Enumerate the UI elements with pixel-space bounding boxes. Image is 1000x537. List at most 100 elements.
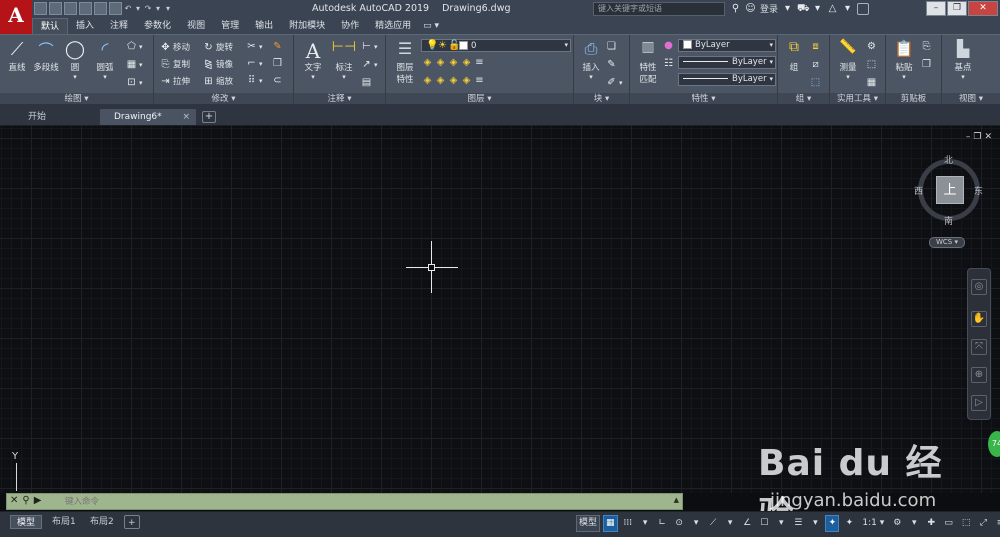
layer-thaw-icon[interactable]: ◈ (435, 75, 446, 86)
redo-dropdown-icon[interactable]: ▾ (154, 2, 162, 16)
command-prompt-icon[interactable]: ▶ (34, 495, 42, 506)
text-tool[interactable]: A 文字 ▾ (298, 39, 328, 81)
group-select-tool[interactable]: ⬚ (810, 77, 821, 88)
layer-match-icon[interactable]: ◈ (422, 57, 433, 68)
edit-block-tool[interactable]: ✎ (606, 59, 617, 70)
array-tool[interactable]: ⠿ ▾ (246, 75, 263, 86)
layer-unisolate-icon[interactable]: ◈ (422, 75, 433, 86)
add-layout-button[interactable]: + (124, 515, 140, 529)
tab-parametric[interactable]: 参数化 (136, 18, 179, 34)
copy-tool[interactable]: ⎘ 复制 (160, 58, 191, 71)
stretch-tool[interactable]: ⇥ 拉伸 (160, 75, 190, 88)
layer-set-current-icon[interactable]: ≡ (474, 57, 485, 68)
lineweight-dropdown[interactable]: ByLayer ▾ (678, 73, 776, 86)
mirror-tool[interactable]: ⧎ 镜像 (203, 58, 233, 71)
calculator-tool[interactable]: ▦ (866, 77, 877, 88)
redo-icon[interactable]: ↷ (144, 2, 152, 16)
layer-lock-tool-icon[interactable]: ◈ (448, 75, 459, 86)
compass-east[interactable]: 东 (974, 184, 983, 197)
tab-start[interactable]: 开始 (6, 109, 100, 125)
table-tool[interactable]: ▤ (361, 77, 372, 88)
arc-tool[interactable]: ◜ 圆弧 ▾ (90, 39, 120, 81)
search-input[interactable]: 键入关键字或短语 (593, 2, 725, 16)
new-file-icon[interactable] (34, 2, 47, 15)
isodraft-icon[interactable]: ∠ (740, 515, 754, 532)
circle-tool[interactable]: ◯ 圆 ▾ (62, 39, 88, 81)
binoculars-icon[interactable]: ⚲ (730, 3, 741, 14)
color-dropdown[interactable]: ByLayer ▾ (678, 39, 776, 52)
insert-block-tool[interactable]: ⎙ 插入 ▾ (577, 39, 605, 81)
pan-hand-icon[interactable]: ✋ (971, 311, 987, 327)
tab-addins[interactable]: 附加模块 (281, 18, 333, 34)
dropdown-icon[interactable]: ▾ (782, 3, 793, 14)
layer-unlock-tool-icon[interactable]: ◈ (461, 75, 472, 86)
object-snap-icon[interactable]: ☐ (757, 515, 771, 532)
layer-copy-icon[interactable]: ≡ (474, 75, 485, 86)
annotation-visibility-icon[interactable]: ✦ (825, 515, 840, 532)
showmotion-icon[interactable]: ▷ (971, 395, 987, 411)
tab-view[interactable]: 视图 (179, 18, 213, 34)
copy-clip-tool[interactable]: ⎘ (921, 41, 932, 52)
quick-select-tool[interactable]: ⚙ (866, 41, 877, 52)
application-menu-button[interactable]: A ▾ (0, 0, 32, 41)
new-tab-button[interactable]: + (202, 111, 216, 123)
rotate-tool[interactable]: ↻ 旋转 (203, 41, 233, 54)
tab-manage[interactable]: 管理 (213, 18, 247, 34)
transparency-icon[interactable]: ▾ (808, 515, 822, 532)
layer-properties-tool[interactable]: ☰ 图层 特性 (390, 39, 420, 85)
plot-icon[interactable] (109, 2, 122, 15)
snap-toggle-icon[interactable]: ⁞⁞⁞ (621, 515, 636, 532)
ribbon-toggle-button[interactable]: ▭ ▾ (419, 18, 443, 34)
ortho-toggle-icon[interactable]: ∟ (655, 515, 669, 532)
layout-tab-layout1[interactable]: 布局1 (46, 515, 82, 529)
rectangle-tool[interactable]: ⬠ ▾ (126, 41, 142, 52)
open-file-icon[interactable] (49, 2, 62, 15)
trim-tool[interactable]: ✂ ▾ (246, 41, 262, 52)
cart-icon[interactable]: ⛟ (797, 3, 810, 14)
units-icon[interactable]: ▭ (941, 515, 956, 532)
match-properties-tool[interactable]: ▥ 特性 匹配 (634, 39, 662, 85)
create-block-tool[interactable]: ❏ (606, 41, 617, 52)
polar-dropdown-icon[interactable]: ▾ (689, 515, 703, 532)
dimension-tool[interactable]: ⊢⊣ 标注 ▾ (330, 39, 358, 81)
viewport-minimize-icon[interactable]: – (966, 132, 971, 142)
base-view-tool[interactable]: ▙ 基点 ▾ (947, 39, 979, 81)
orbit-icon[interactable]: ⊕ (971, 367, 987, 383)
layout-tab-model[interactable]: 模型 (10, 515, 43, 529)
compass-south[interactable]: 南 (944, 214, 953, 227)
tab-collaborate[interactable]: 协作 (333, 18, 367, 34)
wcs-menu[interactable]: WCS ▾ (929, 237, 965, 248)
osnap-dropdown-icon[interactable]: ▾ (723, 515, 737, 532)
snap-dropdown-icon[interactable]: ▾ (638, 515, 652, 532)
linear-dim-tool[interactable]: ⊢ ▾ (361, 41, 377, 52)
text-dropdown-icon[interactable]: ▾ (298, 73, 328, 81)
lineweight-toggle-icon[interactable]: ☰ (791, 515, 805, 532)
fillet-tool[interactable]: ⌐ ▾ (246, 58, 262, 69)
insert-dropdown-icon[interactable]: ▾ (577, 73, 605, 81)
layer-freeze-icon[interactable]: ◈ (448, 57, 459, 68)
edit-attributes-tool[interactable]: ✐ ▾ (606, 77, 622, 88)
arc-dropdown-icon[interactable]: ▾ (90, 73, 120, 81)
undo-icon[interactable]: ↶ (124, 2, 132, 16)
customization-menu-icon[interactable]: ≡ (993, 515, 1000, 532)
tab-insert[interactable]: 插入 (68, 18, 102, 34)
annotation-monitor-icon[interactable]: ✚ (924, 515, 938, 532)
close-tab-icon[interactable]: × (182, 109, 190, 125)
color-wheel-tool[interactable]: ● (663, 40, 674, 51)
cut-clip-tool[interactable]: ❐ (921, 59, 932, 70)
layout-tab-layout2[interactable]: 布局2 (84, 515, 120, 529)
layer-dropdown[interactable]: 💡☀🔓 0 ▾ (421, 39, 571, 52)
measure-dropdown-icon[interactable]: ▾ (833, 73, 863, 81)
floating-badge[interactable]: 74 (988, 431, 1000, 457)
paste-tool[interactable]: 📋 粘贴 ▾ (889, 39, 919, 81)
viewcube-top-face[interactable]: 上 (936, 176, 964, 204)
restore-button[interactable]: ❐ (947, 1, 967, 16)
polar-toggle-icon[interactable]: ⊙ (672, 515, 686, 532)
sign-in-link[interactable]: 登录 (760, 2, 778, 15)
workspace-dropdown-icon[interactable]: ▾ (907, 515, 921, 532)
minimize-button[interactable]: – (926, 1, 946, 16)
layer-isolate-icon[interactable]: ◈ (435, 57, 446, 68)
a360-icon[interactable]: △ (827, 3, 838, 14)
osnap-tracking-icon[interactable]: ⟋ (706, 515, 720, 532)
command-input[interactable] (65, 496, 665, 508)
